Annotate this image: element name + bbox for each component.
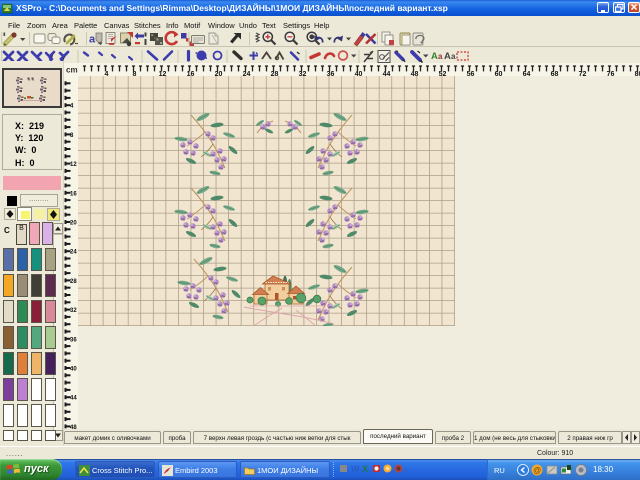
svg-text:24: 24 <box>70 250 77 256</box>
svg-text:64: 64 <box>523 71 531 77</box>
svg-text:cm: cm <box>66 66 78 75</box>
svg-text:20: 20 <box>70 221 77 227</box>
svg-text:44: 44 <box>70 396 77 402</box>
svg-text:36: 36 <box>70 337 77 343</box>
svg-text:A: A <box>431 51 438 62</box>
svg-text:a: a <box>451 52 456 61</box>
svg-text:68: 68 <box>551 71 559 77</box>
svg-text:a: a <box>438 52 443 61</box>
svg-text:A: A <box>444 51 451 62</box>
svg-text:12: 12 <box>70 162 77 168</box>
svg-text:76: 76 <box>607 71 615 77</box>
svg-text:40: 40 <box>70 367 77 373</box>
svg-text:56: 56 <box>467 71 475 77</box>
svg-text:W: W <box>351 464 360 474</box>
svg-text:60: 60 <box>495 71 503 77</box>
svg-text:a: a <box>89 34 96 46</box>
svg-text:80: 80 <box>635 71 640 77</box>
svg-text:32: 32 <box>70 308 77 314</box>
svg-text:28: 28 <box>70 279 77 285</box>
svg-text:@: @ <box>533 466 541 475</box>
svg-text:X: X <box>362 464 368 474</box>
svg-text:72: 72 <box>579 71 587 77</box>
svg-text:16: 16 <box>70 191 77 197</box>
